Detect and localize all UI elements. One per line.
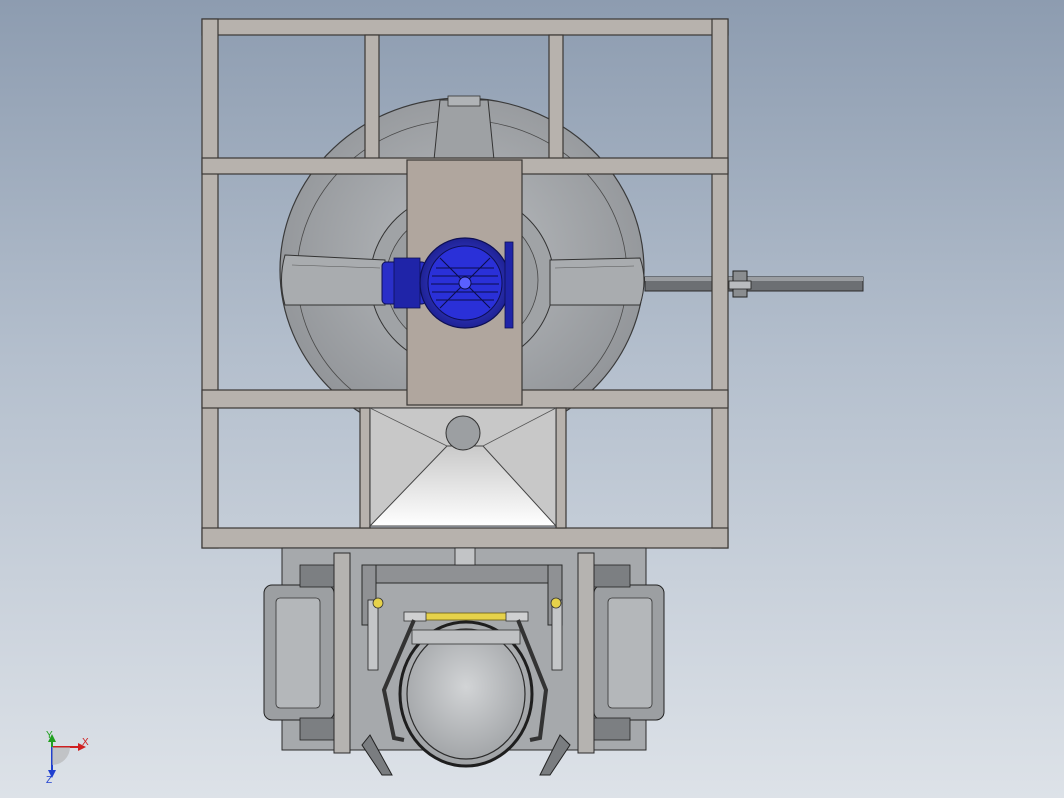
y-axis-label: Y (46, 730, 53, 741)
z-axis-label: Z (46, 775, 52, 786)
left-arm (281, 254, 386, 306)
discharge-hopper (368, 407, 558, 527)
coordinate-triad: X Y Z (46, 730, 89, 786)
right-arm (549, 257, 645, 306)
cad-viewport[interactable]: X Y Z (0, 0, 1064, 798)
x-axis-label: X (82, 737, 89, 748)
drive-shaft (644, 270, 864, 298)
drum-barrel (398, 620, 534, 768)
cad-drawing: X Y Z (46, 18, 864, 786)
